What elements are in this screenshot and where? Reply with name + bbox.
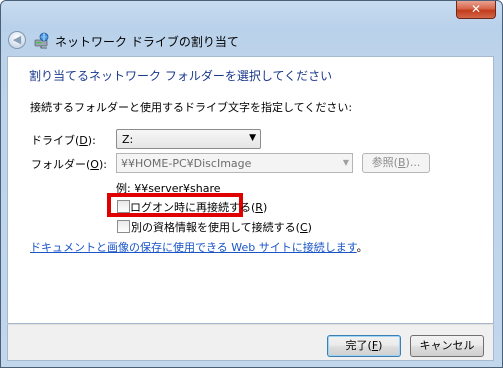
back-arrow-icon: ◀: [12, 33, 22, 46]
content-panel: [7, 56, 494, 324]
credentials-checkbox-label[interactable]: 別の資格情報を使用して接続する(C): [131, 219, 312, 235]
reconnect-checkbox-label[interactable]: ログオン時に再接続する(R): [130, 199, 267, 215]
chevron-down-icon: ▼: [249, 133, 256, 143]
folder-label: フォルダー(O):: [31, 158, 107, 171]
drive-letter-value: Z:: [122, 133, 134, 146]
folder-path-input[interactable]: ¥¥HOME-PC¥DiscImage ▼: [116, 153, 353, 173]
folder-path-value: ¥¥HOME-PC¥DiscImage: [121, 157, 252, 170]
web-site-link[interactable]: ドキュメントと画像の保存に使用できる Web サイトに接続します。: [30, 239, 368, 255]
chevron-down-icon: ▼: [342, 158, 349, 167]
title-bar: ✕: [1, 1, 502, 29]
window-title: ネットワーク ドライブの割り当て: [55, 35, 239, 49]
drive-label: ドライブ(D):: [31, 134, 96, 147]
credentials-checkbox[interactable]: [117, 220, 130, 233]
instruction-text: 接続するフォルダーと使用するドライブ文字を指定してください:: [30, 101, 353, 114]
reconnect-checkbox[interactable]: [117, 200, 130, 213]
close-button[interactable]: ✕: [456, 1, 496, 19]
back-button[interactable]: ◀: [8, 31, 26, 49]
page-heading: 割り当てるネットワーク フォルダーを選択してください: [29, 69, 333, 83]
network-drive-icon: [34, 32, 49, 49]
close-icon: ✕: [470, 2, 482, 16]
cancel-button[interactable]: キャンセル: [410, 335, 484, 357]
finish-button[interactable]: 完了(F): [327, 335, 401, 357]
drive-letter-select[interactable]: Z: ▼: [116, 129, 261, 149]
browse-button[interactable]: 参照(B)...: [362, 153, 430, 173]
